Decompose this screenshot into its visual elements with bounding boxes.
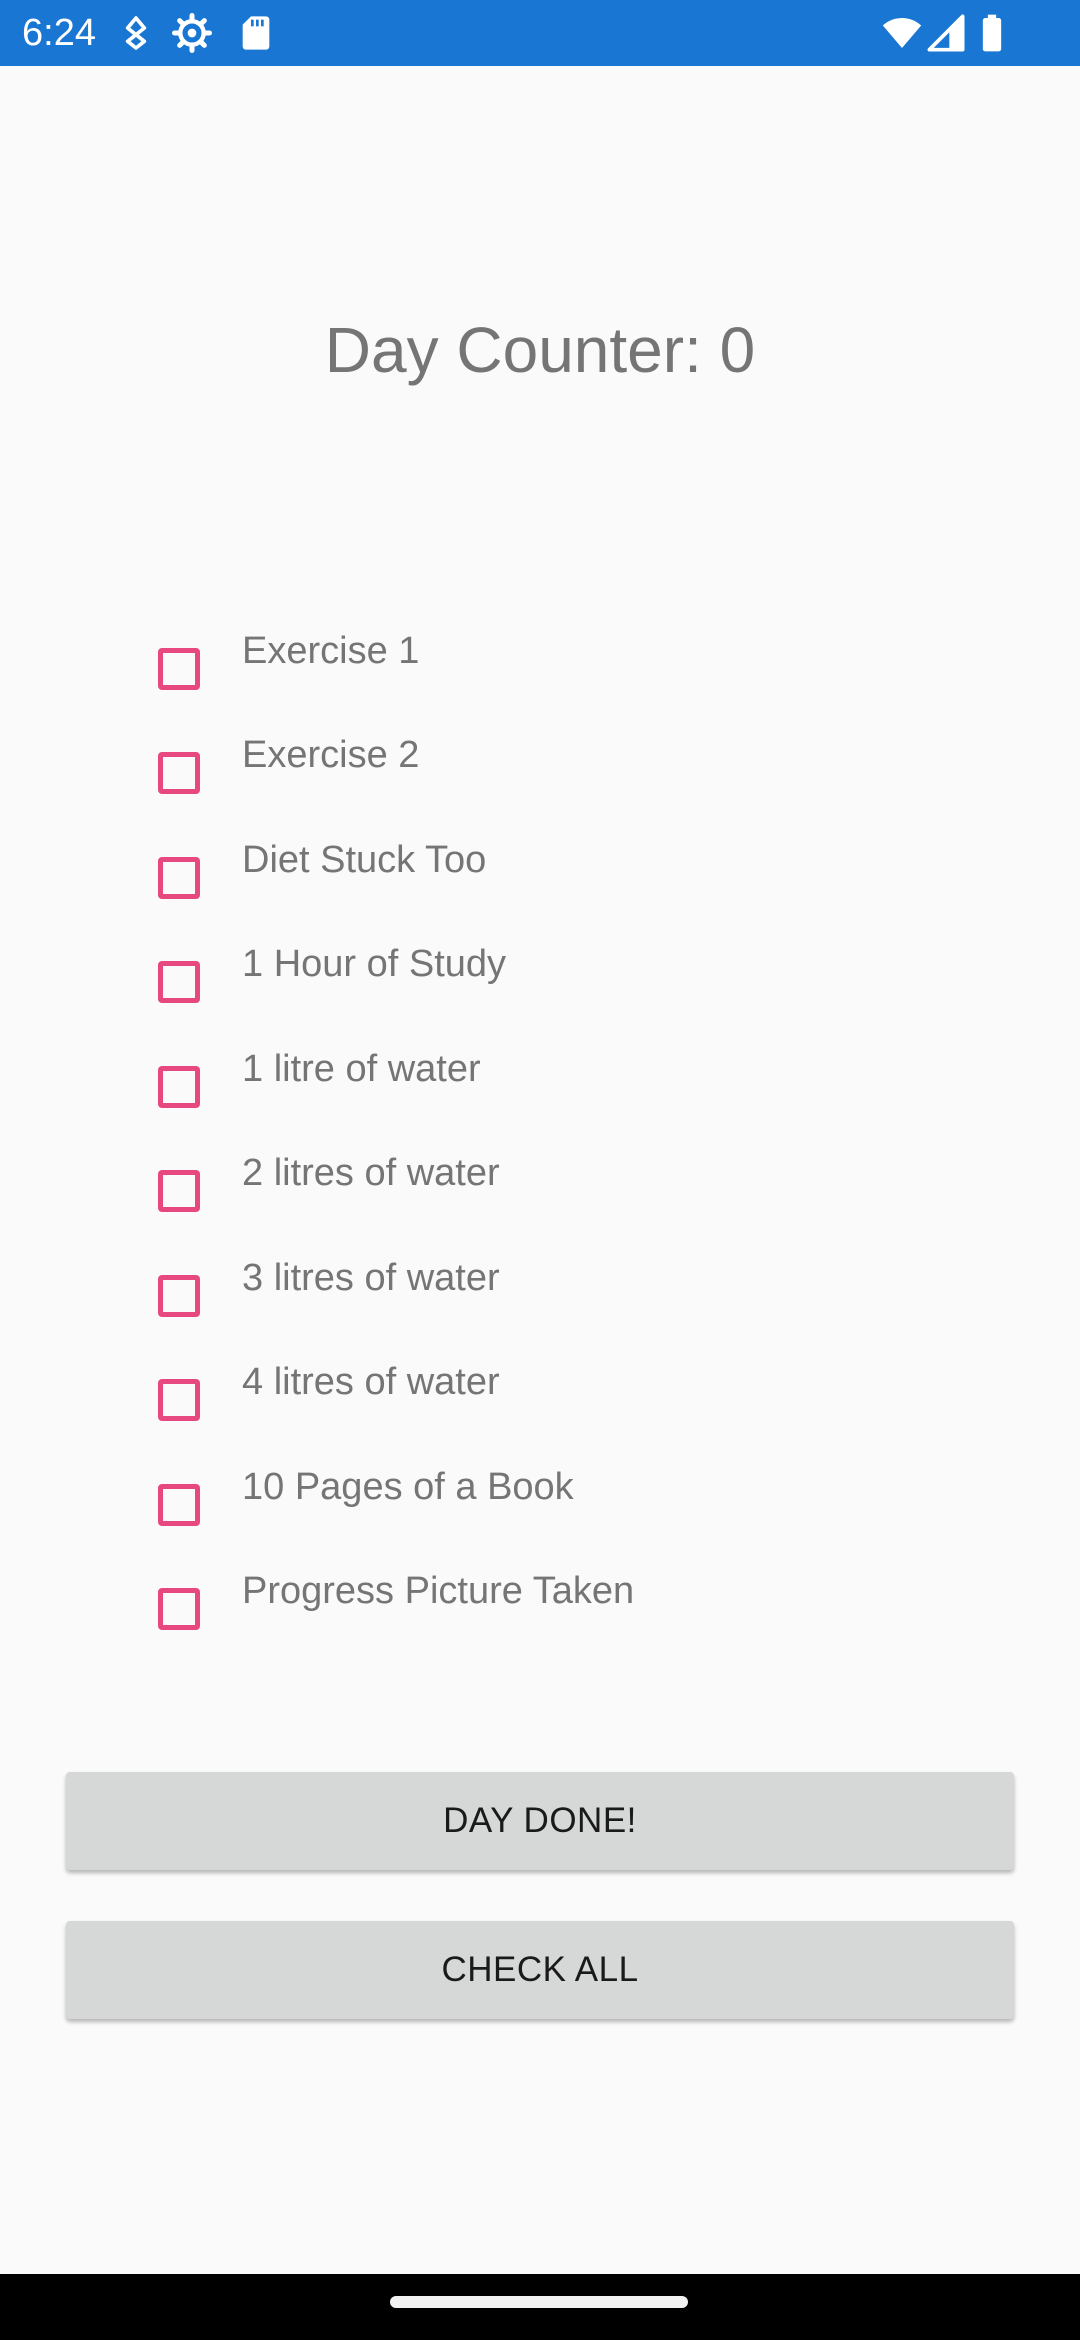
home-gesture-handle[interactable] <box>390 2296 688 2308</box>
checkbox-label[interactable]: 3 litres of water <box>242 1255 500 1301</box>
checklist-item-diet[interactable]: Diet Stuck Too <box>140 829 940 933</box>
checkbox-label[interactable]: Exercise 2 <box>242 732 419 778</box>
checklist-item-water-3[interactable]: 3 litres of water <box>140 1247 940 1351</box>
day-done-button[interactable]: DAY DONE! <box>66 1772 1014 1870</box>
checklist-item-study[interactable]: 1 Hour of Study <box>140 933 940 1037</box>
checkbox-label[interactable]: Progress Picture Taken <box>242 1568 634 1614</box>
checkbox-label[interactable]: 10 Pages of a Book <box>242 1464 574 1510</box>
checkbox[interactable] <box>158 857 200 899</box>
checkbox[interactable] <box>158 1275 200 1317</box>
cell-signal-icon <box>926 13 966 53</box>
battery-icon <box>972 13 1012 53</box>
settings-gear-icon <box>172 13 212 53</box>
app-screen: 6:24 Day Counter: 0 Exercise 1 Exercise … <box>0 0 1080 2340</box>
checklist-item-book[interactable]: 10 Pages of a Book <box>140 1456 940 1560</box>
checklist-item-water-1[interactable]: 1 litre of water <box>140 1038 940 1142</box>
checkbox-label[interactable]: 1 Hour of Study <box>242 941 506 987</box>
checkbox[interactable] <box>158 1588 200 1630</box>
checkbox[interactable] <box>158 961 200 1003</box>
status-time: 6:24 <box>22 12 96 54</box>
checkbox-label[interactable]: Diet Stuck Too <box>242 837 486 883</box>
checkbox-label[interactable]: 4 litres of water <box>242 1359 500 1405</box>
checklist-item-exercise-1[interactable]: Exercise 1 <box>140 620 940 724</box>
check-all-button[interactable]: CHECK ALL <box>66 1921 1014 2019</box>
checkbox[interactable] <box>158 1484 200 1526</box>
download-indicator-icon <box>116 13 156 53</box>
sd-card-icon <box>236 13 276 53</box>
checkbox[interactable] <box>158 1170 200 1212</box>
day-counter-title: Day Counter: 0 <box>324 314 756 386</box>
checklist-item-progress-picture[interactable]: Progress Picture Taken <box>140 1560 940 1664</box>
checkbox-label[interactable]: 2 litres of water <box>242 1150 500 1196</box>
checkbox[interactable] <box>158 752 200 794</box>
checkbox-label[interactable]: Exercise 1 <box>242 628 419 674</box>
checkbox-label[interactable]: 1 litre of water <box>242 1046 481 1092</box>
status-bar: 6:24 <box>0 0 1080 66</box>
checklist-item-exercise-2[interactable]: Exercise 2 <box>140 724 940 828</box>
checklist-item-water-4[interactable]: 4 litres of water <box>140 1351 940 1455</box>
navigation-bar <box>0 2274 1080 2340</box>
checklist-item-water-2[interactable]: 2 litres of water <box>140 1142 940 1246</box>
wifi-icon <box>882 13 922 53</box>
checkbox[interactable] <box>158 1379 200 1421</box>
checkbox[interactable] <box>158 1066 200 1108</box>
checkbox[interactable] <box>158 648 200 690</box>
